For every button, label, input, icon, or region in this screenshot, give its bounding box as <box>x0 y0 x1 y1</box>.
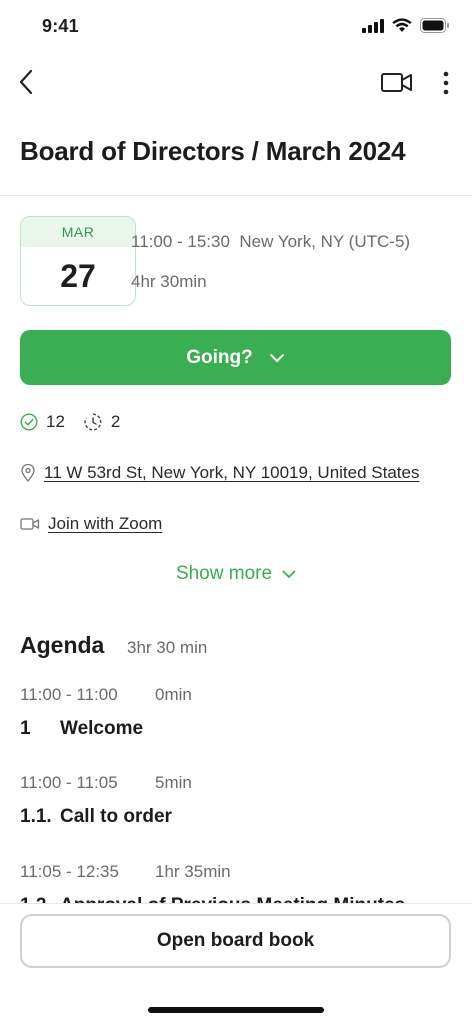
date-day: 27 <box>60 257 96 294</box>
address-link[interactable]: 11 W 53rd St, New York, NY 10019, United… <box>44 463 419 483</box>
agenda-item-title[interactable]: Call to order <box>60 806 172 828</box>
back-button[interactable] <box>14 66 42 98</box>
going-rsvp-button[interactable]: Going? <box>20 330 451 385</box>
date-tile: MAR 27 <box>20 216 136 306</box>
agenda-item-time: 11:00 - 11:00 <box>20 685 118 704</box>
date-month: MAR <box>21 217 135 247</box>
agenda-item-time: 11:05 - 12:35 <box>20 862 119 881</box>
check-circle-icon <box>20 413 38 431</box>
event-time-range: 11:00 - 15:30 New York, NY (UTC-5) <box>131 232 410 252</box>
more-vertical-icon <box>443 71 449 95</box>
show-more-toggle[interactable]: Show more <box>0 563 472 585</box>
agenda-item-duration: 0min <box>155 685 192 704</box>
status-time: 9:41 <box>42 16 79 36</box>
header-divider <box>0 195 472 196</box>
agenda-item-title[interactable]: Approval of Previous Meeting Minutes <box>60 895 405 903</box>
time-range: 11:00 - 15:30 <box>131 232 230 251</box>
cellular-signal-icon <box>362 18 384 33</box>
location-row[interactable]: 11 W 53rd St, New York, NY 10019, United… <box>20 463 419 483</box>
timezone: New York, NY (UTC-5) <box>239 232 411 251</box>
attendance-summary: 12 2 <box>20 412 120 432</box>
chevron-down-icon <box>269 353 284 362</box>
agenda-heading: Agenda <box>20 632 105 658</box>
battery-icon <box>420 18 449 33</box>
zoom-row[interactable]: Join with Zoom <box>20 514 162 534</box>
chevron-left-icon <box>19 69 33 95</box>
join-zoom-link[interactable]: Join with Zoom <box>48 514 162 534</box>
agenda-item-time: 11:00 - 11:05 <box>20 773 118 792</box>
agenda-item-title[interactable]: Welcome <box>60 718 143 740</box>
agenda-item-number: 1 <box>20 718 31 739</box>
agenda-item-clipped: 11:05 - 12:35 1hr 35min 1.2. Approval of… <box>0 860 472 903</box>
chevron-down-icon <box>282 570 296 578</box>
show-more-label: Show more <box>175 563 273 584</box>
video-camera-icon <box>381 73 412 92</box>
going-label: Going? <box>186 346 253 368</box>
agenda-item-number: 1.1. <box>20 806 52 827</box>
agenda-item-duration: 5min <box>155 773 192 792</box>
status-icons <box>362 18 450 33</box>
pending-clock-icon <box>84 413 102 431</box>
agenda-total-duration: 3hr 30 min <box>127 638 208 657</box>
more-options-button[interactable] <box>436 70 456 96</box>
wifi-icon <box>392 18 412 32</box>
open-board-book-button[interactable]: Open board book <box>20 914 451 968</box>
video-call-button[interactable] <box>380 70 414 96</box>
home-indicator <box>148 1007 324 1013</box>
map-pin-icon <box>21 464 35 482</box>
agenda-item-duration: 1hr 35min <box>155 862 231 881</box>
event-duration: 4hr 30min <box>131 272 207 291</box>
page-title: Board of Directors / March 2024 <box>20 136 406 166</box>
video-camera-icon <box>20 518 40 530</box>
accepted-count: 12 <box>46 412 65 431</box>
pending-count: 2 <box>110 412 121 431</box>
agenda-item-number: 1.2. <box>20 895 52 903</box>
